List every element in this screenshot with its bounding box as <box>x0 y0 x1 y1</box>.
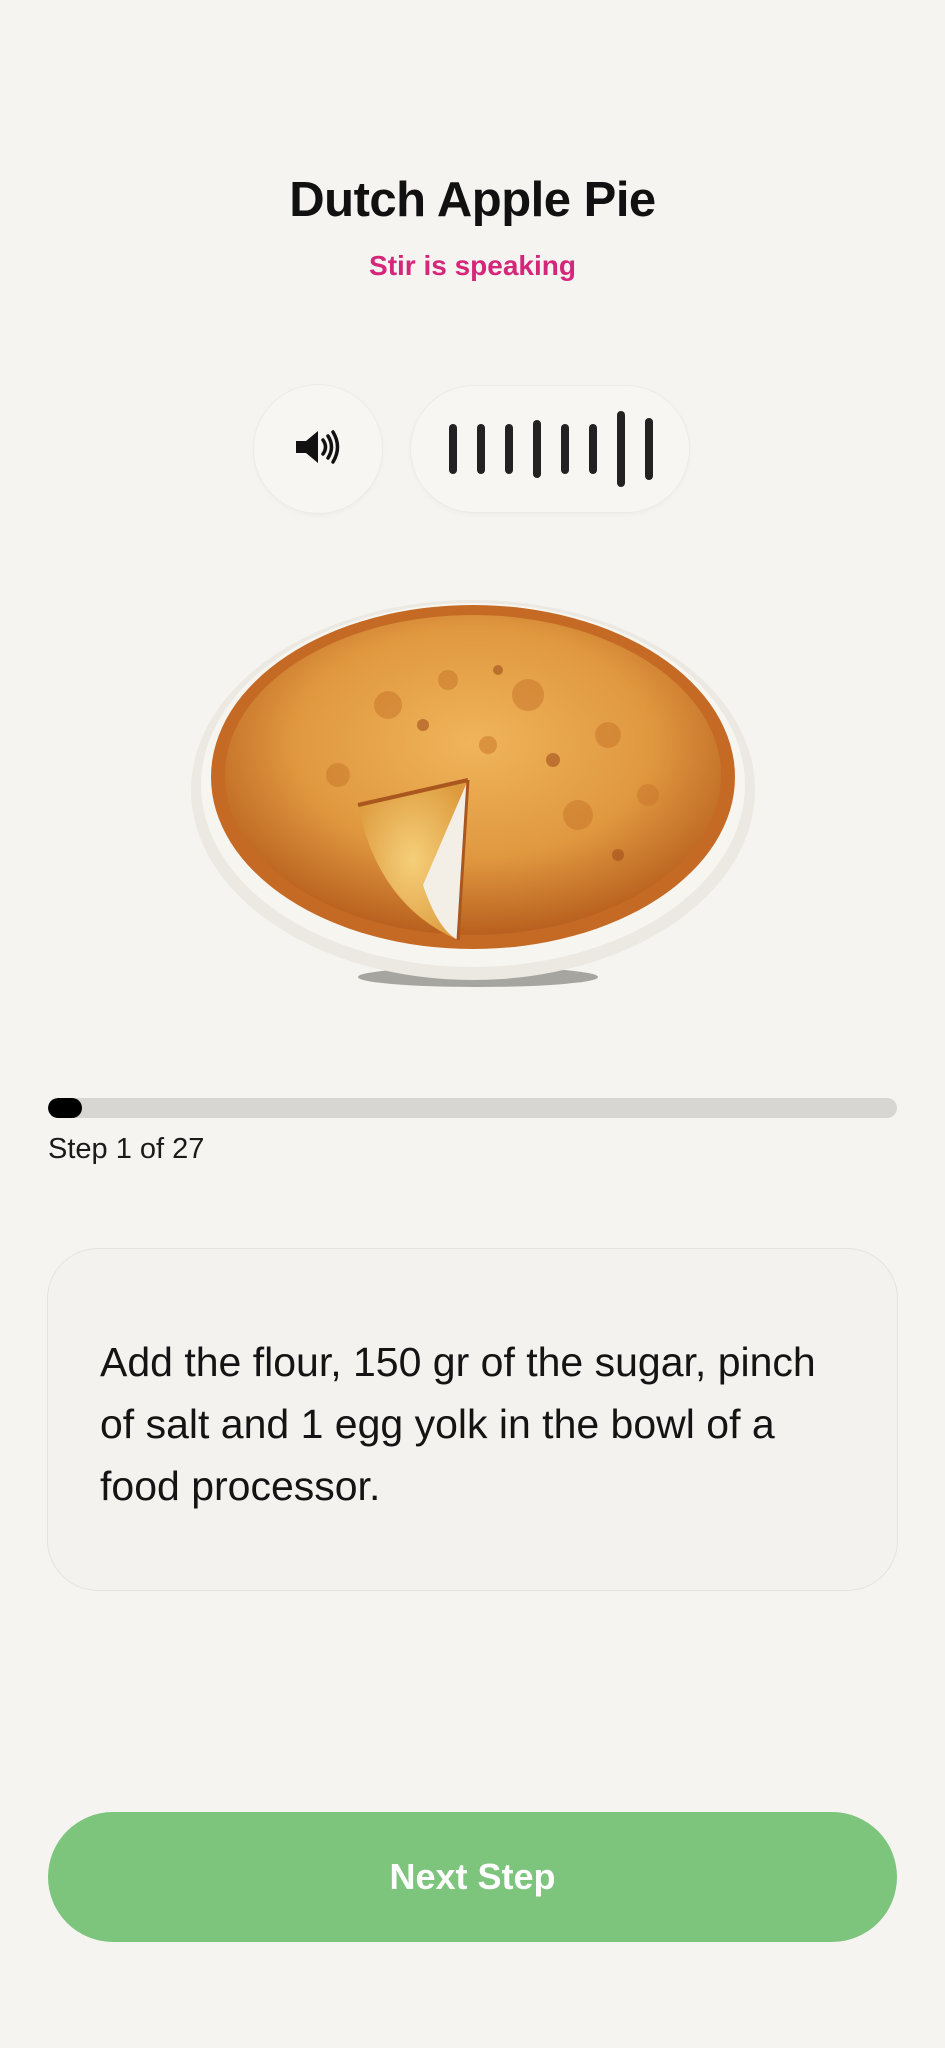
waveform-bar <box>589 424 597 474</box>
speaker-volume-icon <box>294 427 342 472</box>
step-progress-fill <box>48 1098 82 1118</box>
speaking-status: Stir is speaking <box>369 250 576 281</box>
waveform-bar <box>617 411 625 487</box>
step-counter: Step 1 of 27 <box>48 1133 205 1165</box>
next-step-label: Next Step <box>389 1856 556 1897</box>
next-step-button[interactable]: Next Step <box>48 1812 897 1942</box>
voice-waveform[interactable] <box>411 386 689 512</box>
waveform-bar <box>505 424 513 474</box>
speaker-button[interactable] <box>254 385 382 513</box>
waveform-bar <box>645 418 653 480</box>
waveform-bar <box>477 424 485 474</box>
dutch-apple-pie-photo <box>188 585 758 995</box>
recipe-title: Dutch Apple Pie <box>289 173 656 227</box>
waveform-bar <box>561 424 569 474</box>
cooking-step-screen: Dutch Apple Pie Stir is speaking Step 1 … <box>0 0 945 2048</box>
instruction-card: Add the flour, 150 gr of the sugar, pinc… <box>48 1249 897 1590</box>
waveform-bar <box>533 420 541 478</box>
step-progress-bar <box>48 1098 897 1118</box>
waveform-bar <box>449 424 457 474</box>
instruction-text: Add the flour, 150 gr of the sugar, pinc… <box>100 1339 816 1509</box>
